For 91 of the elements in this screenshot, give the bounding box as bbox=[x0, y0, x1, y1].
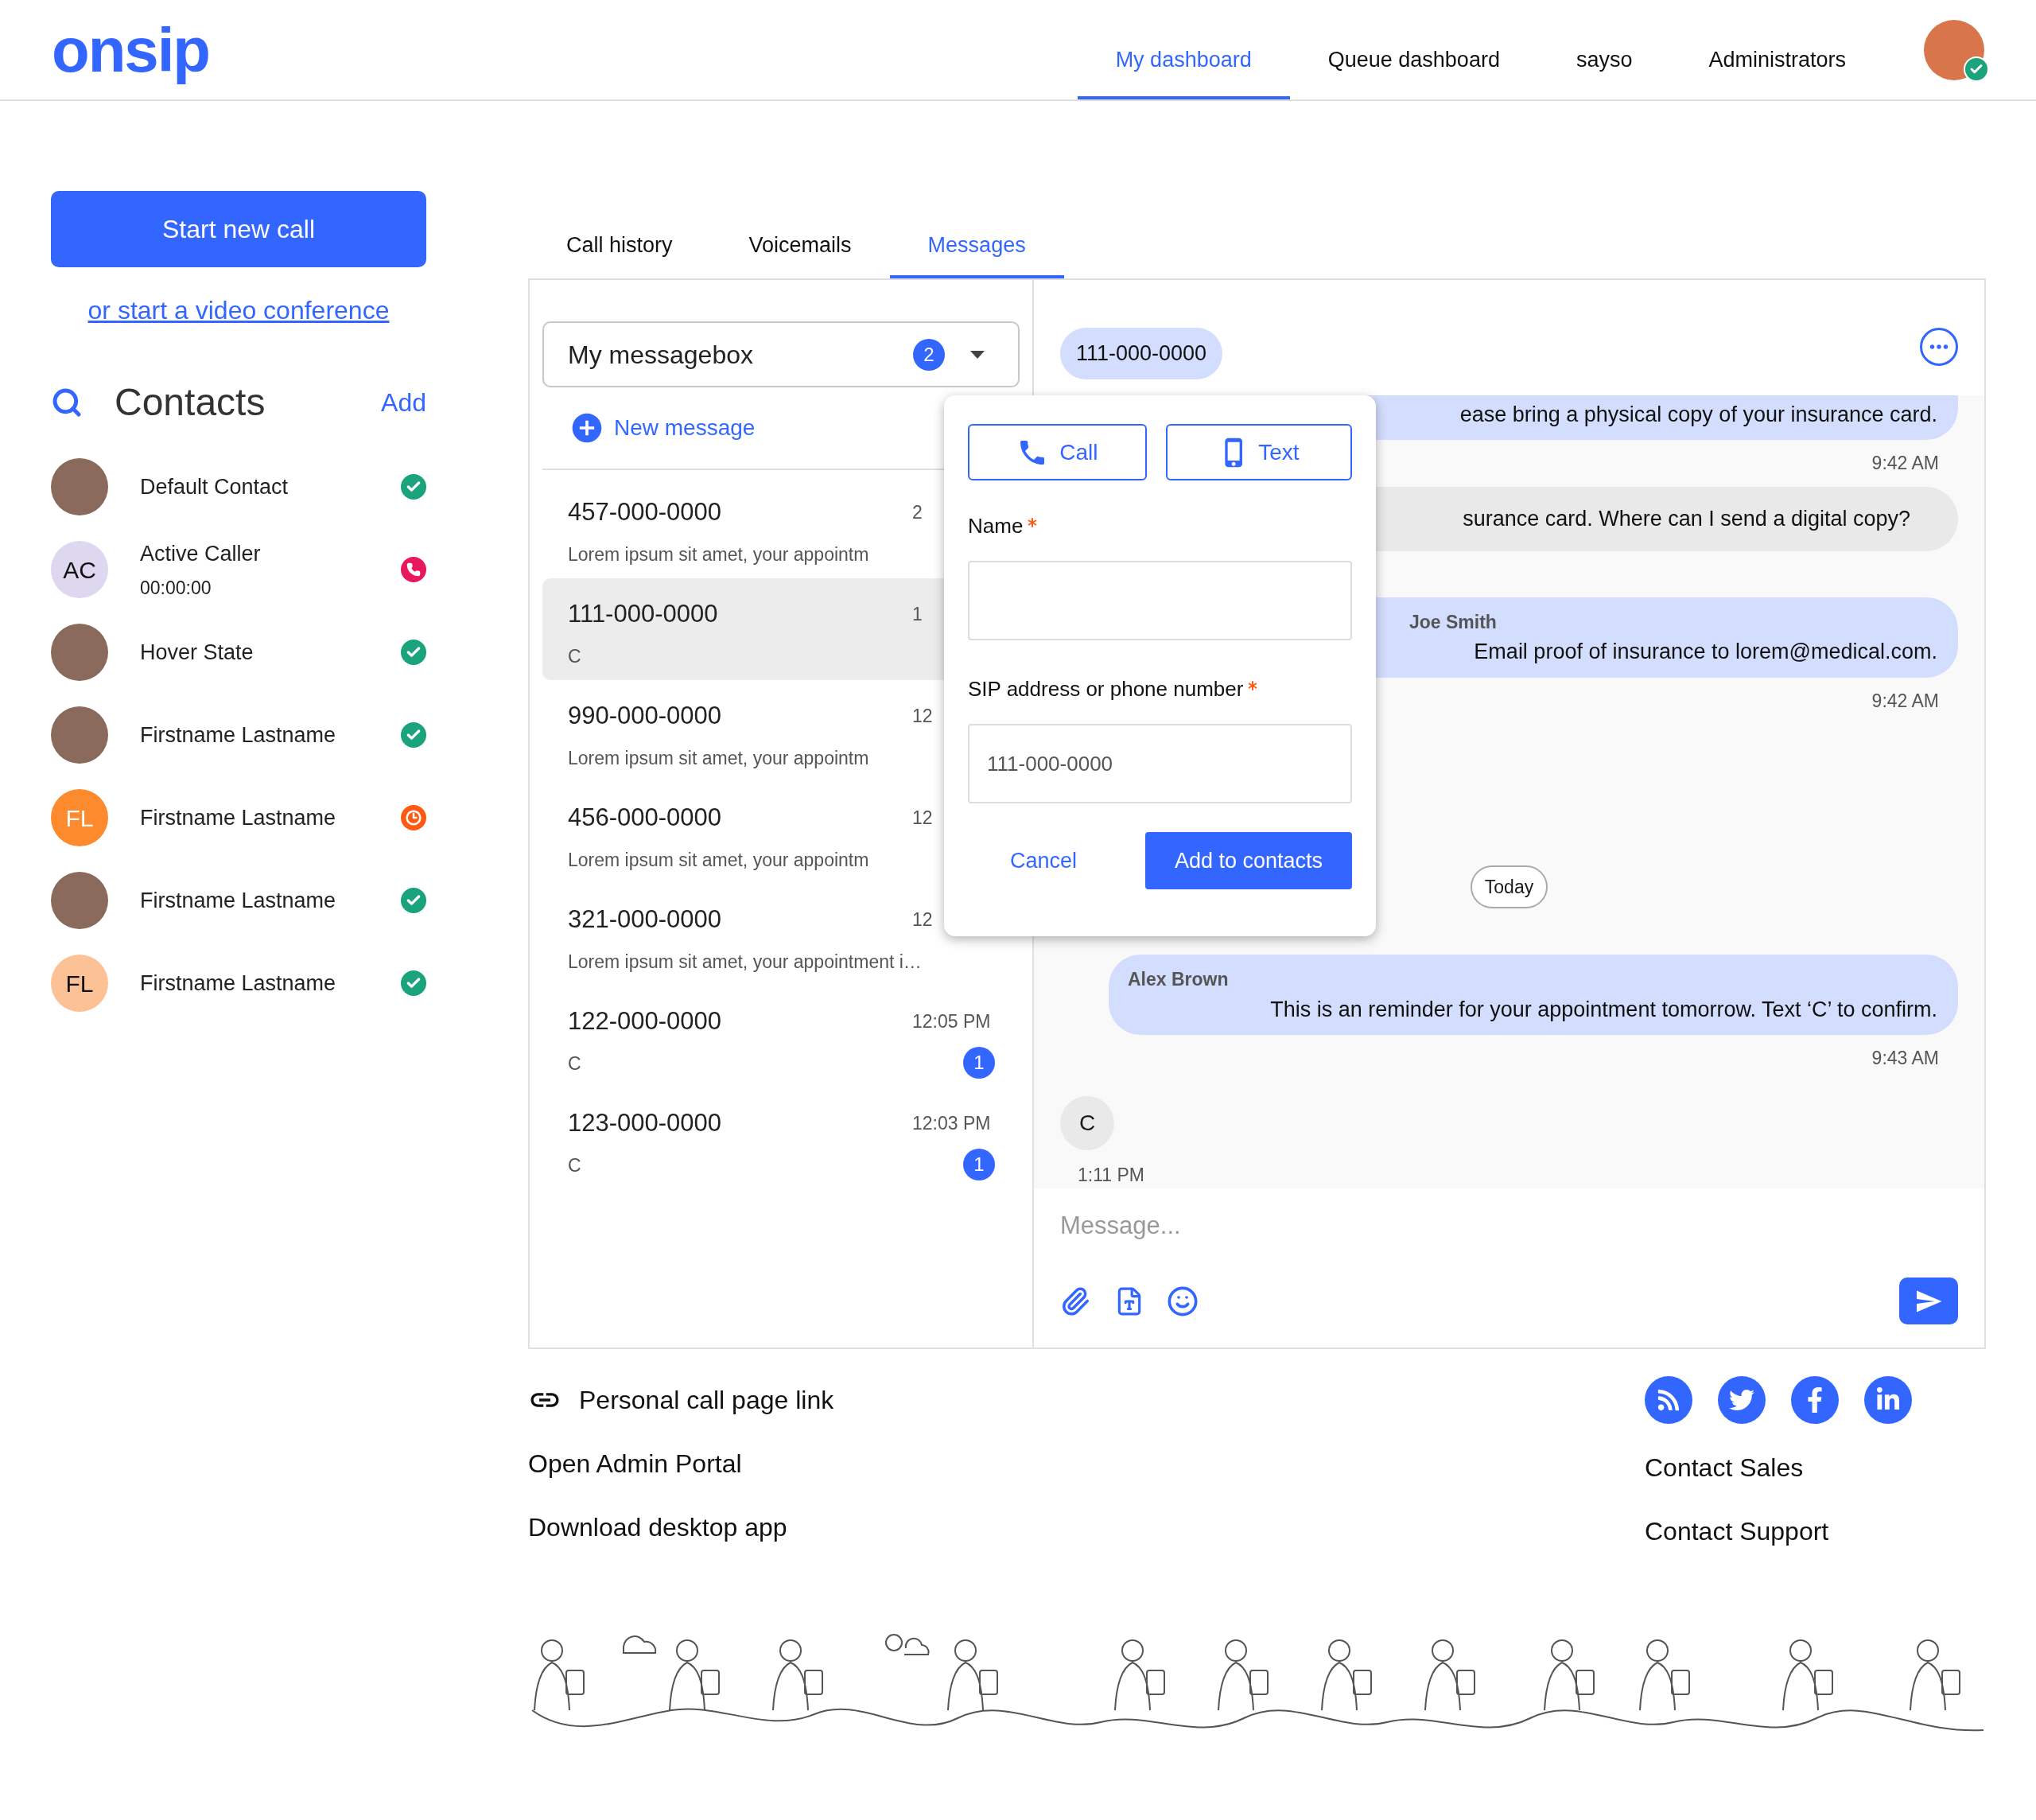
unread-badge: 1 bbox=[963, 1046, 995, 1079]
contact-name: Firstname Lastname bbox=[140, 721, 336, 749]
contact-name: Firstname Lastname bbox=[140, 887, 336, 914]
footer-link[interactable]: Personal call page link bbox=[528, 1384, 1645, 1416]
caret-icon bbox=[970, 350, 985, 359]
thread-number: 456-000-0000 bbox=[568, 803, 723, 833]
thread-time: 12 bbox=[912, 807, 933, 830]
thread-number: 990-000-0000 bbox=[568, 701, 723, 731]
text-button[interactable]: Text bbox=[1165, 424, 1352, 480]
more-icon[interactable] bbox=[1920, 328, 1958, 366]
message-input[interactable]: Message... bbox=[1060, 1206, 1958, 1246]
start-call-button[interactable]: Start new call bbox=[51, 191, 426, 267]
field-label: Name bbox=[968, 513, 1024, 539]
contact-name: Firstname Lastname bbox=[140, 970, 336, 997]
contact-row[interactable]: Firstname Lastname bbox=[51, 694, 426, 776]
thread-preview: Lorem ipsum sit amet, your appointm bbox=[568, 848, 869, 872]
emoji-icon[interactable] bbox=[1167, 1285, 1199, 1317]
call-button[interactable]: Call bbox=[968, 424, 1147, 480]
tab[interactable]: Call history bbox=[528, 215, 711, 278]
tab[interactable]: Voicemails bbox=[710, 215, 890, 278]
nav-tab[interactable]: sayso bbox=[1537, 0, 1671, 99]
thread-time: 2 bbox=[912, 501, 923, 524]
message-text: Email proof of insurance to lorem@medical.com. bbox=[1474, 639, 1937, 666]
linkedin-icon[interactable] bbox=[1864, 1376, 1912, 1424]
avatar-initials: AC bbox=[51, 541, 108, 598]
thread-preview: Lorem ipsum sit amet, your appointm bbox=[568, 542, 869, 566]
twitter-icon[interactable] bbox=[1718, 1376, 1766, 1424]
contact-row[interactable]: FL Firstname Lastname bbox=[51, 776, 426, 859]
thread-time: 12 bbox=[912, 908, 933, 931]
thread-number: 111-000-0000 bbox=[568, 599, 719, 629]
messagebox-dropdown[interactable]: My messagebox 2 bbox=[542, 321, 1020, 387]
avatar-initials: FL bbox=[51, 955, 108, 1012]
thread-row[interactable]: 122-000-0000 C 12:05 PM 1 bbox=[542, 986, 1020, 1087]
footer-link[interactable]: Download desktop app bbox=[528, 1511, 1645, 1543]
contact-name: Active Caller bbox=[140, 540, 261, 567]
footer-link[interactable]: Contact Sales bbox=[1645, 1448, 1912, 1488]
contact-name: Default Contact bbox=[140, 473, 289, 500]
text-field[interactable]: 111-000-0000 bbox=[968, 724, 1352, 803]
text-field[interactable] bbox=[968, 561, 1352, 640]
thread-number: 122-000-0000 bbox=[568, 1006, 723, 1036]
cancel-button[interactable]: Cancel bbox=[968, 832, 1119, 889]
avatar-initials: FL bbox=[51, 789, 108, 846]
contact-chip[interactable]: 111-000-0000 bbox=[1060, 328, 1223, 379]
thread-number: 457-000-0000 bbox=[568, 497, 723, 527]
add-contact-button[interactable]: Add bbox=[381, 383, 426, 422]
thread-time: 1 bbox=[912, 603, 923, 626]
message-time: 1:11 PM bbox=[1078, 1163, 1144, 1187]
footer-link[interactable]: Open Admin Portal bbox=[528, 1448, 1645, 1480]
video-conference-link[interactable]: or start a video conference bbox=[87, 291, 390, 329]
thread-row[interactable]: 123-000-0000 C 12:03 PM 1 bbox=[542, 1087, 1020, 1189]
received-message-bubble: C bbox=[1060, 1095, 1114, 1150]
thread-number: 123-000-0000 bbox=[568, 1108, 723, 1138]
rss-icon[interactable] bbox=[1645, 1376, 1692, 1424]
thread-preview: Lorem ipsum sit amet, your appointment i… bbox=[568, 950, 922, 974]
sender-name: Joe Smith bbox=[1408, 610, 1497, 634]
contact-row[interactable]: Firstname Lastname bbox=[51, 859, 426, 942]
sender-name: Alex Brown bbox=[1127, 968, 1229, 992]
nav-tab[interactable]: My dashboard bbox=[1077, 0, 1290, 99]
thread-time: 12:05 PM bbox=[912, 1010, 991, 1033]
thread-time: 12:03 PM bbox=[912, 1112, 991, 1135]
attachment-icon[interactable] bbox=[1060, 1285, 1090, 1316]
contact-row[interactable]: Hover State bbox=[51, 611, 426, 694]
contacts-heading: Contacts bbox=[115, 380, 266, 425]
nav-tab[interactable]: Administrators bbox=[1670, 0, 1884, 99]
message-time: 9:42 AM bbox=[1871, 452, 1939, 476]
send-button[interactable] bbox=[1899, 1278, 1958, 1325]
search-icon[interactable] bbox=[51, 387, 83, 418]
thread-preview: Lorem ipsum sit amet, your appointm bbox=[568, 746, 869, 770]
add-to-contacts-button[interactable]: Add to contacts bbox=[1145, 832, 1352, 889]
message-time: 9:42 AM bbox=[1871, 689, 1939, 713]
thread-time: 12 bbox=[912, 705, 933, 728]
thread-preview: C bbox=[568, 644, 581, 668]
thread-preview: C bbox=[568, 1153, 581, 1177]
footer-link[interactable]: Contact Support bbox=[1645, 1511, 1912, 1551]
unread-badge: 1 bbox=[963, 1148, 995, 1180]
call-timer: 00:00:00 bbox=[140, 577, 212, 600]
tab[interactable]: Messages bbox=[889, 215, 1064, 278]
nav-tab[interactable]: Queue dashboard bbox=[1289, 0, 1538, 99]
contact-row[interactable]: Default Contact bbox=[51, 445, 426, 528]
message-time: 9:43 AM bbox=[1871, 1047, 1939, 1071]
new-message-button[interactable]: New message bbox=[569, 410, 756, 445]
message-text: ease bring a physical copy of your insurance card. bbox=[1459, 401, 1937, 428]
contact-row[interactable]: FL Firstname Lastname bbox=[51, 942, 426, 1025]
thread-preview: C bbox=[568, 1052, 581, 1075]
contact-name: Hover State bbox=[140, 639, 254, 666]
count-badge: 2 bbox=[913, 338, 945, 371]
contact-row[interactable]: AC Active Caller 00:00:00 bbox=[51, 528, 426, 611]
message-text: This is an reminder for your appointment tomorrow. Text ‘C’ to confirm. bbox=[1270, 996, 1937, 1023]
facebook-icon[interactable] bbox=[1791, 1376, 1839, 1424]
thread-number: 321-000-0000 bbox=[568, 904, 723, 935]
contact-name: Firstname Lastname bbox=[140, 804, 336, 831]
